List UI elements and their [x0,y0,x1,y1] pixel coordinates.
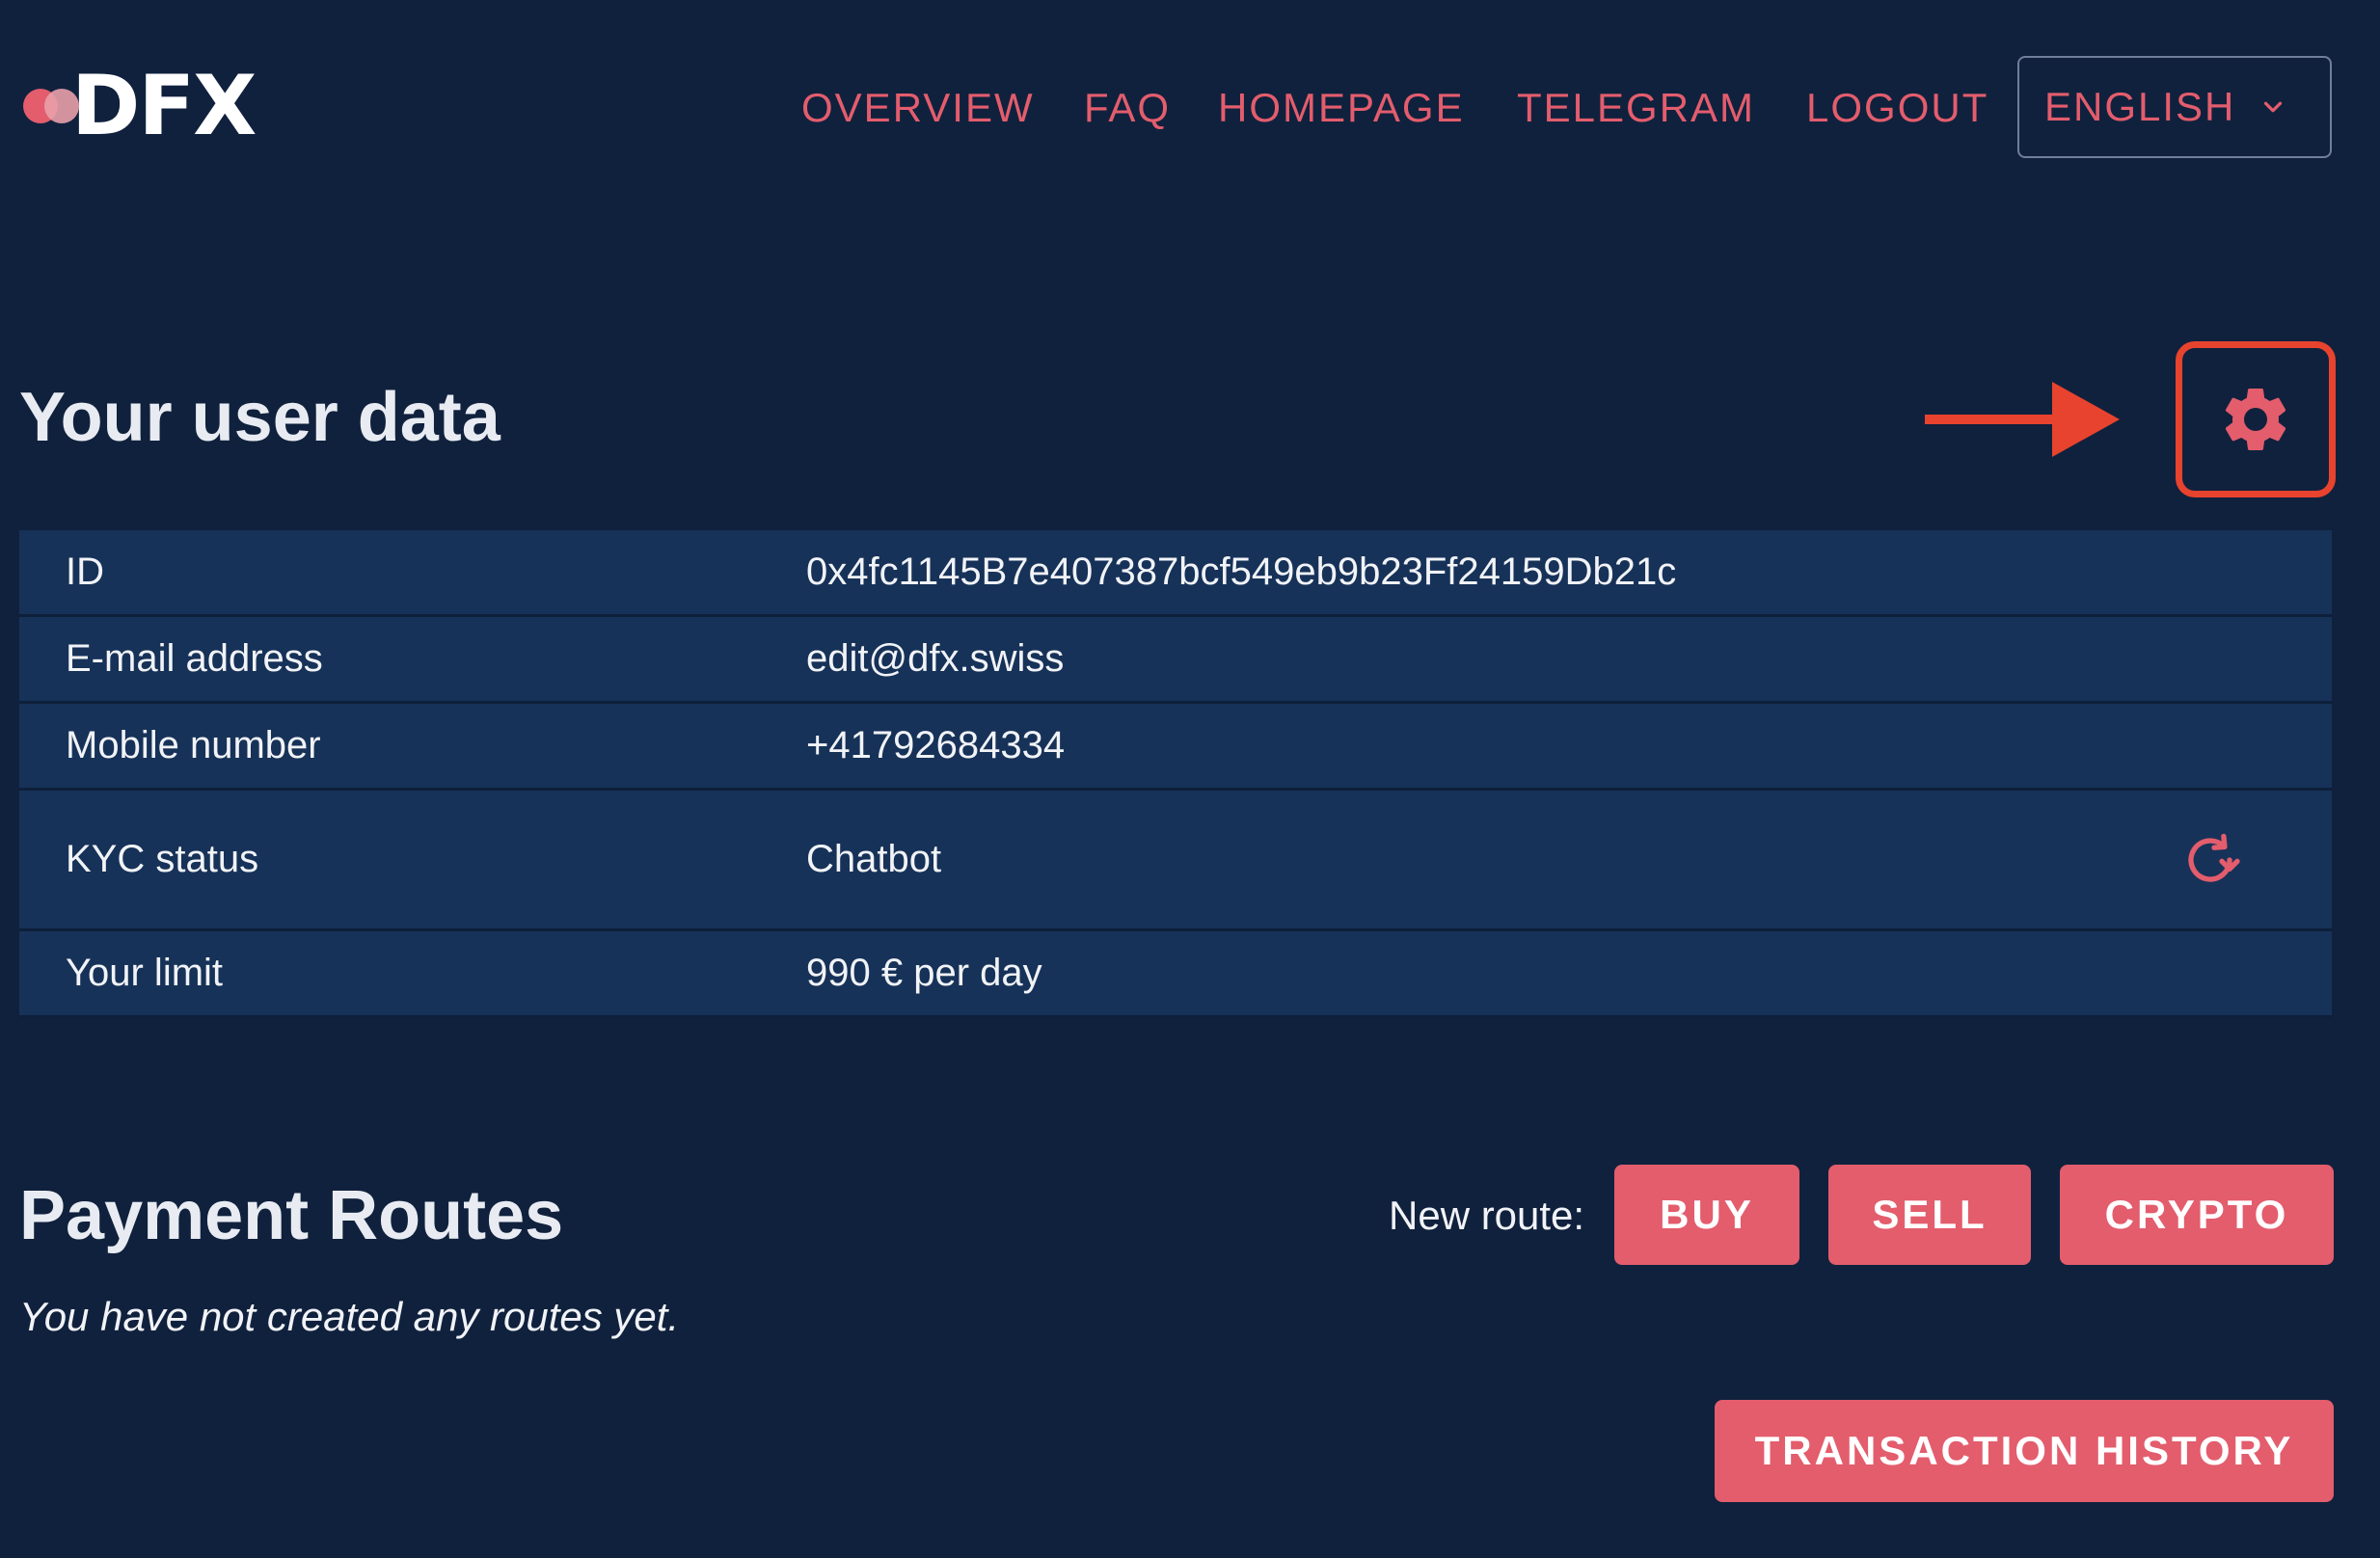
row-label: ID [66,551,104,593]
logo-dots-icon [23,85,85,127]
table-row-email: E-mail address edit@dfx.swiss [19,617,2332,704]
row-value: +41792684334 [806,724,1066,766]
annotation-arrow-icon [1925,382,2120,457]
row-value: Chatbot [806,838,942,880]
new-route-label: New route: [1389,1193,1585,1238]
row-label: E-mail address [66,637,323,680]
nav-logout[interactable]: LOGOUT [1806,85,1988,131]
table-row-kyc: KYC status Chatbot [19,791,2332,931]
payment-routes-title: Payment Routes [19,1177,564,1254]
buy-button[interactable]: BUY [1614,1165,1799,1265]
gear-icon [2225,388,2286,450]
language-selected: ENGLISH [2044,84,2236,129]
user-data-table: ID 0x4fc1145B7e407387bcf549eb9b23Ff24159… [19,530,2332,1018]
row-label: KYC status [66,838,259,880]
crypto-button[interactable]: CRYPTO [2060,1165,2334,1265]
refresh-icon[interactable] [2179,829,2241,891]
user-data-title: Your user data [19,379,500,456]
table-row-id: ID 0x4fc1145B7e407387bcf549eb9b23Ff24159… [19,530,2332,617]
row-label: Your limit [66,952,224,994]
nav-overview[interactable]: OVERVIEW [801,85,1035,131]
transaction-history-button[interactable]: TRANSACTION HISTORY [1715,1400,2334,1502]
logo-text: DFX [71,58,257,154]
row-value: 990 € per day [806,952,1042,994]
nav-faq[interactable]: FAQ [1084,85,1171,131]
no-routes-message: You have not created any routes yet. [19,1294,680,1339]
sell-button[interactable]: SELL [1828,1165,2031,1265]
chevron-down-icon [2264,101,2283,113]
row-value: edit@dfx.swiss [806,637,1065,680]
language-select[interactable]: ENGLISH [2017,56,2332,158]
settings-button[interactable] [2176,341,2336,497]
row-value: 0x4fc1145B7e407387bcf549eb9b23Ff24159Db2… [806,551,1677,593]
dfx-logo[interactable]: DFX [23,58,257,154]
nav-telegram[interactable]: TELEGRAM [1517,85,1755,131]
page: DFX OVERVIEW FAQ HOMEPAGE TELEGRAM LOGOU… [0,0,2380,1558]
nav-homepage[interactable]: HOMEPAGE [1218,85,1465,131]
table-row-limit: Your limit 990 € per day [19,931,2332,1018]
table-row-mobile: Mobile number +41792684334 [19,704,2332,791]
row-label: Mobile number [66,724,321,766]
